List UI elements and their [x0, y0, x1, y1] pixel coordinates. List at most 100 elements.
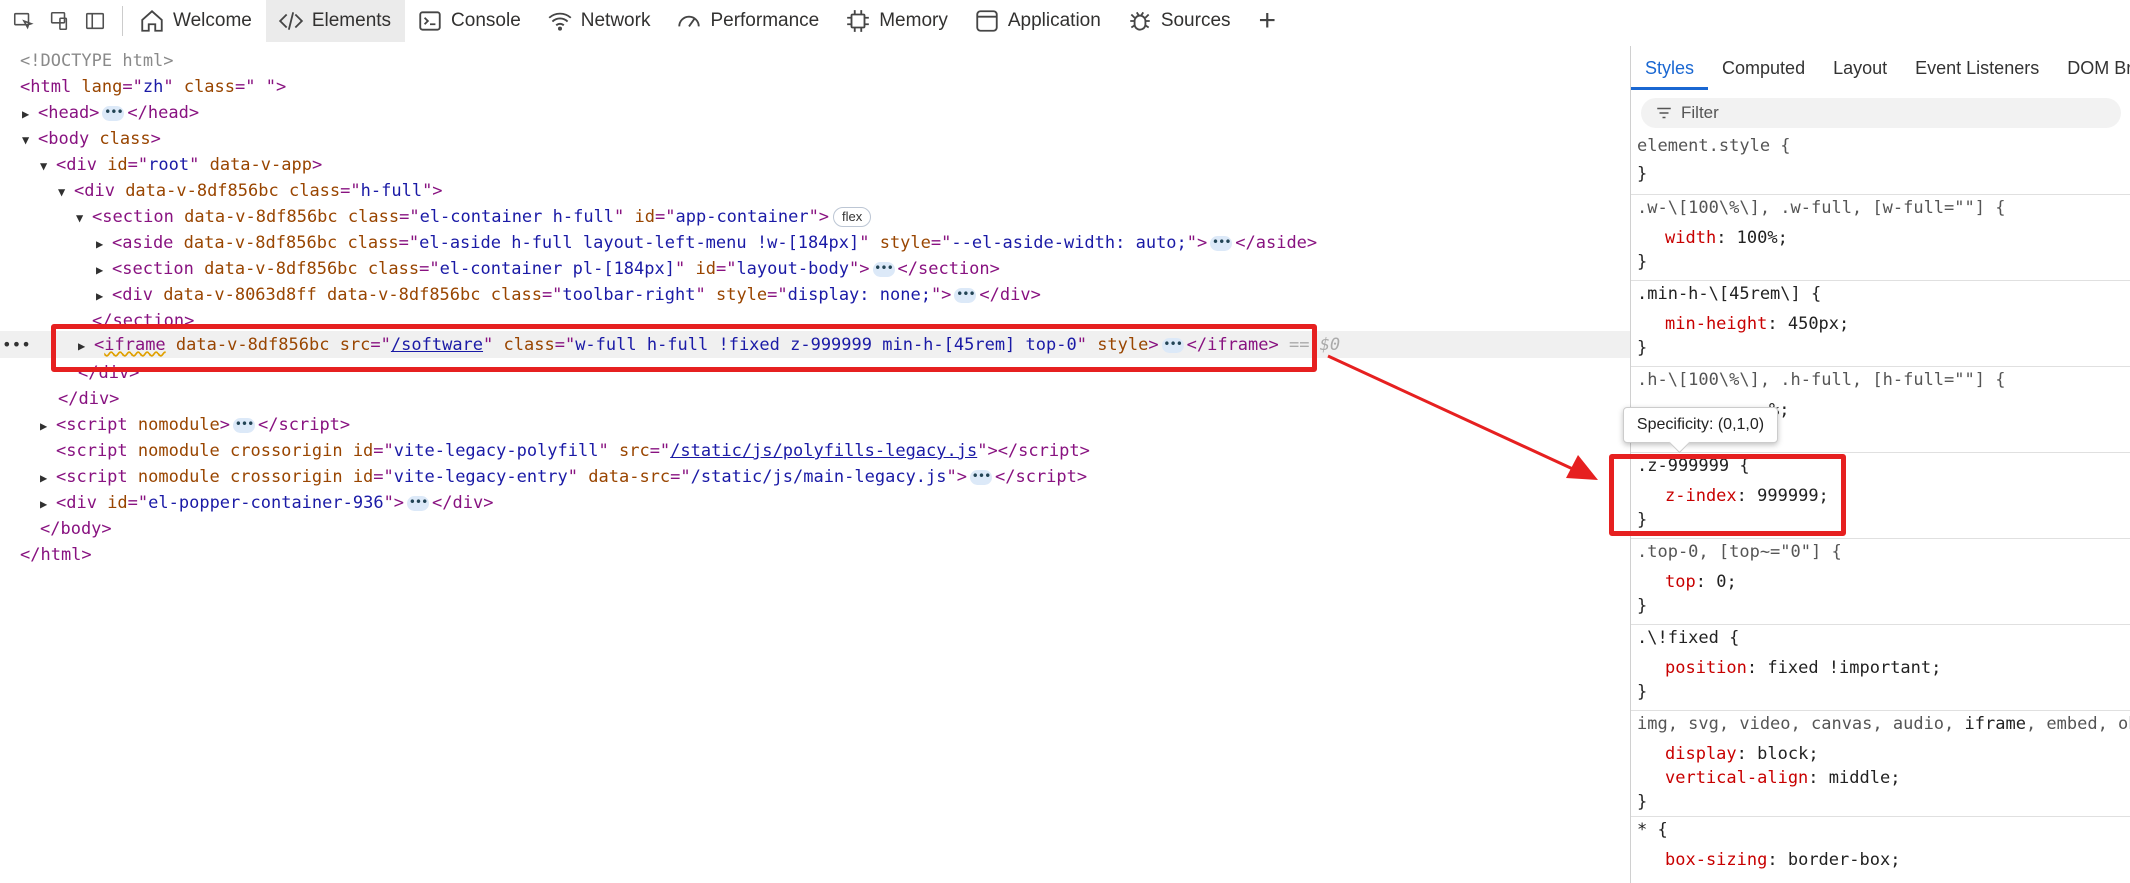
- rule-media-selector[interactable]: img, svg, video, canvas, audio, iframe, …: [1637, 712, 2130, 736]
- collapse-triangle-icon[interactable]: ▼: [40, 153, 56, 179]
- wifi-icon: [548, 12, 572, 31]
- dom-line-script-nomodule[interactable]: ▶ <script nomodule> ••• </script>: [40, 412, 350, 438]
- dom-line-popper[interactable]: ▶ <div id="el-popper-container-936"> ••• </…: [40, 490, 493, 516]
- row-actions-ellipsis[interactable]: •••: [2, 331, 31, 358]
- entry-id-value: vite-legacy-entry: [393, 467, 568, 487]
- root-id-value: root: [148, 155, 190, 175]
- tab-sources[interactable]: Sources: [1115, 0, 1245, 42]
- ellipsis-icon[interactable]: •••: [872, 261, 895, 277]
- tab-welcome-label: Welcome: [173, 10, 252, 31]
- tab-performance[interactable]: Performance: [664, 0, 833, 42]
- tab-elements-label: Elements: [311, 10, 392, 31]
- tab-welcome[interactable]: Welcome: [127, 0, 266, 42]
- tab-elements[interactable]: Elements: [265, 0, 406, 42]
- specificity-tooltip: Specificity: (0,1,0): [1623, 407, 1778, 443]
- rule-h-full-selector[interactable]: .h-\[100\%\], .h-full, [h-full=""] {: [1637, 368, 2005, 392]
- inspect-element-icon[interactable]: [10, 8, 36, 34]
- tab-network[interactable]: Network: [535, 0, 665, 42]
- tab-memory-label: Memory: [879, 10, 948, 31]
- layout-body-id-value: layout-body: [736, 259, 850, 279]
- ellipsis-icon[interactable]: •••: [954, 287, 977, 303]
- dom-line-toolbar-div[interactable]: ▶ <div data-v-8063d8ff data-v-8df856bc cl…: [96, 282, 1041, 308]
- toolbar-divider: [122, 6, 123, 36]
- dock-side-icon[interactable]: [82, 8, 108, 34]
- rule-top-decl[interactable]: top: 0;: [1665, 570, 1737, 594]
- rule-fixed-selector[interactable]: .\!fixed {: [1637, 626, 1739, 650]
- rule-vertical-align-decl[interactable]: vertical-align: middle;: [1665, 766, 1900, 790]
- dom-line-body[interactable]: ▼ <body class>: [22, 126, 161, 152]
- expand-triangle-icon[interactable]: ▶: [40, 465, 56, 491]
- toolbar-class-value: toolbar-right: [562, 285, 696, 305]
- console-icon: [419, 11, 441, 31]
- add-tab-button[interactable]: +: [1259, 6, 1277, 36]
- rule-box-sizing-decl[interactable]: box-sizing: border-box;: [1665, 848, 1900, 872]
- ellipsis-icon[interactable]: •••: [970, 469, 992, 485]
- expand-triangle-icon[interactable]: ▶: [40, 491, 56, 517]
- toolbar-style-value: display: none;: [787, 285, 931, 305]
- tab-console-label: Console: [451, 10, 521, 31]
- dom-line-head[interactable]: ▶ <head> ••• </head>: [22, 100, 199, 126]
- dom-line-doctype[interactable]: <!DOCTYPE html>: [20, 48, 174, 74]
- dom-line-html-close[interactable]: </html>: [20, 542, 92, 568]
- expand-triangle-icon[interactable]: ▶: [22, 101, 38, 127]
- dom-line-body-close[interactable]: </body>: [40, 516, 112, 542]
- ellipsis-icon[interactable]: •••: [233, 417, 256, 433]
- rule-w-full-decl[interactable]: width: 100%;: [1665, 226, 1788, 250]
- expand-triangle-icon[interactable]: ▶: [96, 283, 112, 309]
- dom-line-script-polyfill[interactable]: <script nomodule crossorigin id="vite-le…: [56, 438, 1090, 464]
- dom-line-hfull-div[interactable]: ▼ <div data-v-8df856bc class="h-full">: [58, 178, 443, 204]
- styles-panel-tabs: Styles Computed Layout Event Listeners D…: [1631, 46, 2130, 90]
- scope-attr-2: data-v-8063d8ff: [163, 285, 317, 305]
- tab-layout[interactable]: Layout: [1819, 46, 1901, 90]
- tab-application[interactable]: Application: [962, 0, 1115, 42]
- ellipsis-icon[interactable]: •••: [1210, 235, 1233, 251]
- rule-divider: [1631, 452, 2130, 453]
- rule-close: }: [1637, 164, 1648, 184]
- rule-element-style[interactable]: element.style {: [1637, 134, 1791, 158]
- popper-id-value: el-popper-container-936: [148, 493, 384, 513]
- dom-line-root-div[interactable]: ▼ <div id="root" data-v-app>: [40, 152, 322, 178]
- expand-triangle-icon[interactable]: ▶: [96, 257, 112, 283]
- collapse-triangle-icon[interactable]: ▼: [58, 179, 74, 205]
- collapse-triangle-icon[interactable]: ▼: [22, 127, 38, 153]
- tab-dom-breakpoints[interactable]: DOM Bre: [2053, 46, 2130, 90]
- chip-icon: [847, 10, 870, 32]
- rule-divider: [1631, 194, 2130, 195]
- polyfill-src-link[interactable]: /static/js/polyfills-legacy.js: [670, 441, 977, 461]
- dom-line-section[interactable]: ▼ <section data-v-8df856bc class="el-cont…: [76, 204, 872, 231]
- rule-close: }: [1637, 252, 1648, 272]
- rule-min-h-selector[interactable]: .min-h-\[45rem\] {: [1637, 282, 1821, 306]
- rule-min-h-decl[interactable]: min-height: 450px;: [1665, 312, 1849, 336]
- highlight-box-z-index: [1609, 454, 1846, 536]
- expand-triangle-icon[interactable]: ▶: [96, 231, 112, 257]
- device-emulation-icon[interactable]: [46, 8, 72, 34]
- expand-triangle-icon[interactable]: ▶: [40, 413, 56, 439]
- rule-universal-selector[interactable]: * {: [1637, 818, 1668, 842]
- scope-attr: data-v-8df856bc: [184, 207, 338, 227]
- dom-line-div-close-2[interactable]: </div>: [58, 386, 119, 412]
- collapse-triangle-icon[interactable]: ▼: [76, 205, 92, 231]
- tab-event-listeners[interactable]: Event Listeners: [1901, 46, 2053, 90]
- ellipsis-icon[interactable]: •••: [407, 495, 430, 511]
- tab-application-label: Application: [1007, 10, 1101, 31]
- dom-line-layout-body[interactable]: ▶ <section data-v-8df856bc class="el-cont…: [96, 256, 1000, 282]
- tab-console[interactable]: Console: [405, 0, 535, 42]
- rule-top-selector[interactable]: .top-0, [top~="0"] {: [1637, 540, 1842, 564]
- rule-divider: [1631, 538, 2130, 539]
- filter-icon: [1657, 107, 1671, 119]
- styles-filter-input[interactable]: Filter: [1641, 98, 2121, 128]
- dom-line-script-entry[interactable]: ▶ <script nomodule crossorigin id="vite-l…: [40, 464, 1087, 490]
- ellipsis-icon[interactable]: •••: [102, 105, 125, 121]
- tab-styles[interactable]: Styles: [1631, 46, 1709, 90]
- aside-style-value: --el-aside-width: auto;: [951, 233, 1187, 253]
- window-icon: [976, 10, 998, 32]
- dom-line-aside[interactable]: ▶ <aside data-v-8df856bc class="el-aside …: [96, 230, 1317, 256]
- app-attr: data-v-app: [209, 155, 312, 175]
- rule-w-full-selector[interactable]: .w-\[100\%\], .w-full, [w-full=""] {: [1637, 196, 2005, 220]
- rule-fixed-decl[interactable]: position: fixed !important;: [1665, 656, 1941, 680]
- flex-badge[interactable]: flex: [833, 207, 872, 227]
- tab-computed[interactable]: Computed: [1708, 46, 1819, 90]
- tab-memory[interactable]: Memory: [833, 0, 962, 42]
- dom-line-html[interactable]: <html lang="zh" class=" ">: [20, 74, 286, 100]
- rule-display-decl[interactable]: display: block;: [1665, 742, 1819, 766]
